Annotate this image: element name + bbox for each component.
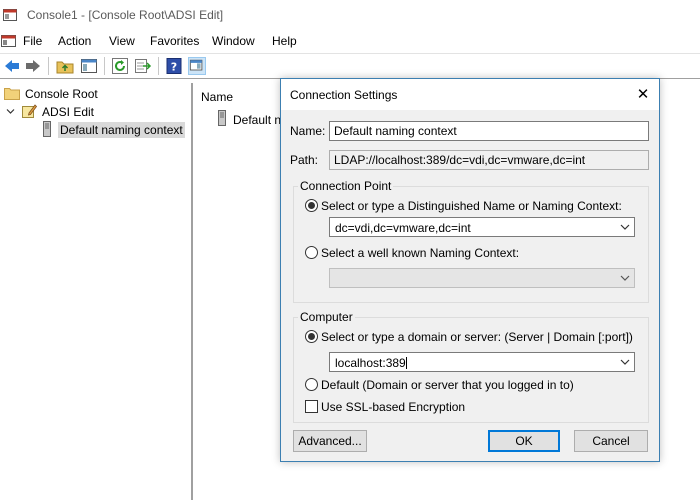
back-arrow-icon[interactable] bbox=[3, 57, 21, 75]
tree-item-label: Default naming context bbox=[58, 122, 185, 138]
toolbar-separator bbox=[104, 57, 105, 75]
show-hide-tree-icon[interactable] bbox=[80, 57, 98, 75]
group-title: Connection Point bbox=[298, 179, 394, 193]
menu-file[interactable]: File bbox=[23, 34, 42, 48]
close-icon[interactable]: ✕ bbox=[631, 83, 655, 105]
toolbar-separator bbox=[48, 57, 49, 75]
refresh-icon[interactable] bbox=[111, 57, 129, 75]
menu-help[interactable]: Help bbox=[272, 34, 297, 48]
toolbar-separator bbox=[158, 57, 159, 75]
menu-action[interactable]: Action bbox=[58, 34, 91, 48]
dialog-title-bar: Connection Settings ✕ bbox=[281, 79, 659, 110]
name-field[interactable]: Default naming context bbox=[329, 121, 649, 141]
chevron-down-icon[interactable] bbox=[6, 105, 15, 119]
console-tree: Console Root ADSI Edit Default naming co… bbox=[0, 83, 191, 500]
folder-icon bbox=[4, 86, 20, 103]
help-icon[interactable]: ? bbox=[165, 57, 183, 75]
radio-label: Select a well known Naming Context: bbox=[321, 246, 520, 260]
window-title: Console1 - [Console Root\ADSI Edit] bbox=[27, 8, 224, 22]
combo-value: dc=vdi,dc=vmware,dc=int bbox=[335, 221, 471, 235]
tree-item-default-naming-context[interactable]: Default naming context bbox=[42, 120, 185, 140]
radio-label: Default (Domain or server that you logge… bbox=[321, 378, 574, 392]
tree-item-adsi-edit[interactable]: ADSI Edit bbox=[6, 103, 94, 121]
menu-bar: File Action View Favorites Window Help bbox=[0, 31, 700, 52]
chevron-down-icon[interactable] bbox=[616, 353, 634, 371]
radio-well-known-context[interactable] bbox=[305, 246, 318, 259]
radio-label: Select or type a domain or server: (Serv… bbox=[321, 330, 633, 344]
server-icon bbox=[217, 110, 227, 129]
show-hide-action-pane-icon[interactable] bbox=[188, 57, 206, 75]
checkbox-label: Use SSL-based Encryption bbox=[321, 400, 466, 414]
name-label: Name: bbox=[290, 124, 326, 138]
path-label: Path: bbox=[290, 153, 319, 167]
distinguished-name-combo[interactable]: dc=vdi,dc=vmware,dc=int bbox=[329, 217, 635, 237]
dialog-title: Connection Settings bbox=[290, 88, 398, 102]
chevron-down-icon bbox=[616, 269, 634, 287]
advanced-button[interactable]: Advanced... bbox=[293, 430, 367, 452]
combo-value: localhost:389 bbox=[335, 356, 407, 370]
adsi-edit-icon bbox=[21, 103, 38, 122]
path-field: LDAP://localhost:389/dc=vdi,dc=vmware,dc… bbox=[329, 150, 649, 170]
cancel-button[interactable]: Cancel bbox=[574, 430, 648, 452]
text-cursor bbox=[405, 357, 407, 369]
radio-domain-or-server[interactable] bbox=[305, 330, 318, 343]
domain-or-server-combo[interactable]: localhost:389 bbox=[329, 352, 635, 372]
pane-splitter[interactable] bbox=[191, 83, 193, 500]
ok-button[interactable]: OK bbox=[488, 430, 560, 452]
connection-settings-dialog: Connection Settings ✕ Name: Default nami… bbox=[280, 78, 660, 462]
menu-window[interactable]: Window bbox=[212, 34, 255, 48]
tree-item-label: Console Root bbox=[25, 87, 98, 101]
mmc-app-icon[interactable] bbox=[3, 9, 17, 21]
up-folder-icon[interactable] bbox=[56, 57, 74, 75]
ssl-checkbox[interactable] bbox=[305, 400, 318, 413]
menu-view[interactable]: View bbox=[109, 34, 135, 48]
radio-default-domain[interactable] bbox=[305, 378, 318, 391]
well-known-context-combo bbox=[329, 268, 635, 288]
svg-text:?: ? bbox=[171, 61, 177, 74]
radio-distinguished-name[interactable] bbox=[305, 199, 318, 212]
server-icon bbox=[42, 120, 52, 140]
title-bar: Console1 - [Console Root\ADSI Edit] bbox=[0, 0, 700, 31]
chevron-down-icon[interactable] bbox=[616, 218, 634, 236]
group-title: Computer bbox=[298, 310, 355, 324]
toolbar: ? bbox=[0, 53, 700, 79]
menu-favorites[interactable]: Favorites bbox=[150, 34, 199, 48]
radio-label: Select or type a Distinguished Name or N… bbox=[321, 199, 622, 213]
tree-item-console-root[interactable]: Console Root bbox=[4, 85, 98, 103]
console-menu-icon[interactable] bbox=[1, 34, 16, 48]
export-list-icon[interactable] bbox=[134, 57, 152, 75]
column-header-name[interactable]: Name bbox=[201, 90, 233, 104]
forward-arrow-icon[interactable] bbox=[24, 57, 42, 75]
tree-item-label: ADSI Edit bbox=[42, 105, 95, 119]
